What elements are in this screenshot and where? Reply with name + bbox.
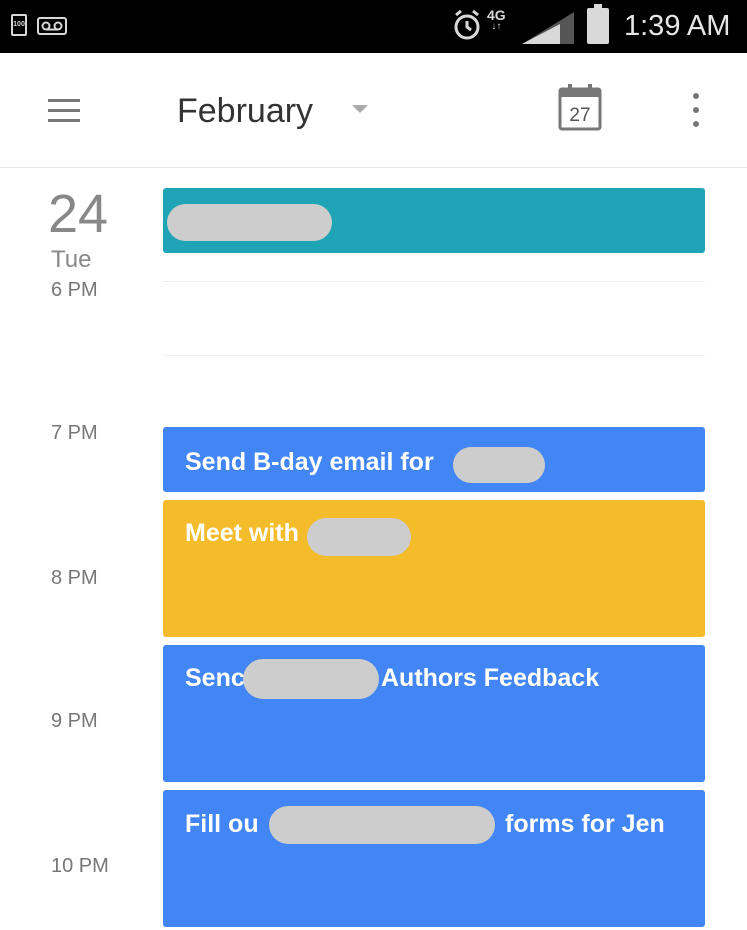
alarm-icon — [452, 9, 482, 47]
event-meet-with[interactable]: Meet with — [163, 500, 705, 637]
hour-label-8pm: 8 PM — [51, 567, 98, 589]
battery-small-label: 100 — [13, 21, 25, 28]
event-title: Send B-day email for — [185, 448, 434, 476]
event-title-prefix: Fill ou — [185, 810, 259, 838]
network-4g-icon: 4G ↓↑ — [487, 7, 506, 32]
event-title-suffix: Authors Feedback — [381, 664, 600, 692]
event-title: Meet with — [185, 519, 299, 547]
hour-label-7pm: 7 PM — [51, 422, 98, 444]
event-title-prefix: Senc — [185, 664, 245, 692]
all-day-event[interactable] — [163, 188, 705, 253]
status-bar: 100 4G ↓↑ 1:39 AM — [0, 0, 747, 53]
month-title[interactable]: February — [177, 91, 313, 131]
event-title-suffix: forms for Jen — [505, 810, 665, 838]
hour-divider — [163, 281, 705, 282]
battery-small-icon: 100 — [11, 14, 27, 36]
hour-divider — [163, 355, 705, 356]
hour-label-6pm: 6 PM — [51, 279, 98, 301]
calendar-today-icon[interactable]: 27 — [558, 83, 602, 131]
battery-icon — [587, 4, 609, 44]
signal-icon — [520, 10, 576, 49]
redacted-text — [243, 659, 379, 699]
event-bday-email[interactable]: Send B-day email for — [163, 427, 705, 492]
voicemail-icon — [37, 17, 67, 40]
dropdown-caret-icon[interactable] — [352, 105, 368, 113]
hour-label-10pm: 10 PM — [51, 855, 109, 877]
redacted-text — [269, 806, 495, 844]
day-number[interactable]: 24 — [48, 185, 108, 243]
today-date: 27 — [569, 105, 590, 126]
event-authors-feedback[interactable]: Senc Authors Feedback — [163, 645, 705, 782]
hour-label-9pm: 9 PM — [51, 710, 98, 732]
event-fill-out-forms[interactable]: Fill ou forms for Jen — [163, 790, 705, 927]
overflow-menu-icon[interactable] — [686, 93, 706, 129]
menu-icon[interactable] — [42, 95, 88, 127]
redacted-text — [453, 447, 545, 483]
app-bar: February 27 — [0, 53, 747, 168]
day-weekday: Tue — [51, 246, 92, 273]
redacted-text — [307, 518, 411, 556]
redacted-text — [167, 204, 332, 241]
clock-time: 1:39 AM — [624, 10, 731, 42]
